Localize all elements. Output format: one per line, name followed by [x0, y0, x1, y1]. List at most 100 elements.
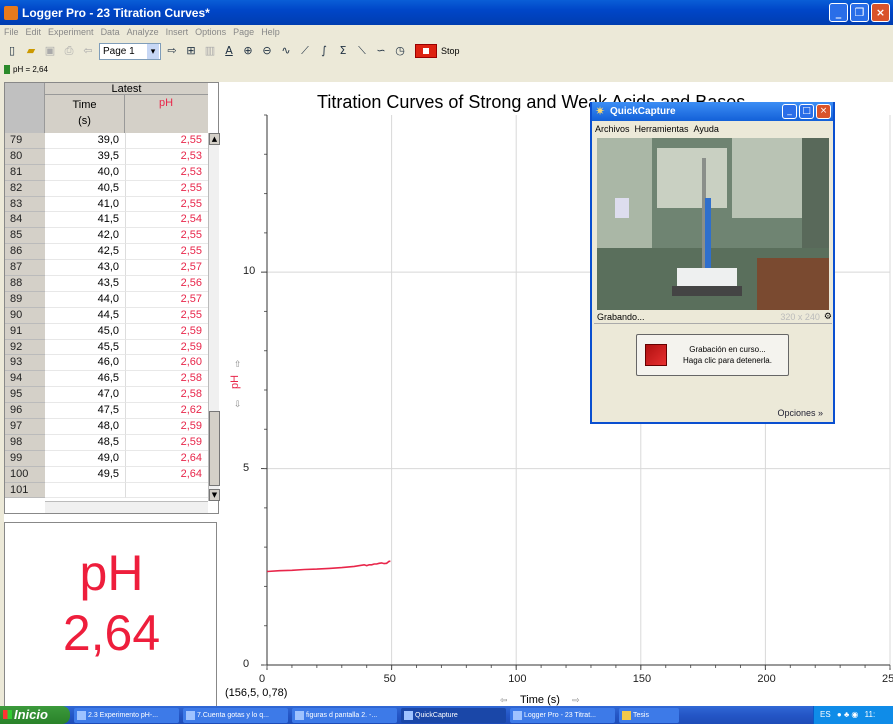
scroll-down-arrow[interactable]: ▼: [209, 489, 220, 501]
time-cell[interactable]: 39,0: [45, 133, 126, 149]
table-row[interactable]: 84 41,5 2,54: [5, 212, 208, 229]
taskbar-item-cuenta-gotas[interactable]: 7.Cuenta gotas y lo q...: [183, 707, 288, 723]
table-row[interactable]: 99 49,0 2,64: [5, 450, 208, 467]
time-cell[interactable]: 45,0: [45, 323, 126, 340]
ph-cell[interactable]: 2,56: [126, 276, 208, 292]
table-row[interactable]: 91 45,0 2,59: [5, 323, 208, 340]
page-select[interactable]: Page 1: [99, 42, 161, 60]
ph-cell[interactable]: 2,59: [126, 419, 208, 435]
table-row[interactable]: 101: [5, 482, 208, 499]
qc-settings-icon[interactable]: ⚙: [824, 312, 832, 322]
y-axis-up-arrow-icon[interactable]: ⇧: [234, 360, 242, 370]
examine-icon[interactable]: ∿: [278, 43, 294, 59]
qc-maximize-button[interactable]: □: [799, 104, 814, 119]
table-row[interactable]: 100 49,5 2,64: [5, 466, 208, 483]
table-row[interactable]: 94 46,5 2,58: [5, 371, 208, 388]
next-page-icon[interactable]: ⇨: [164, 43, 180, 59]
y-axis-label[interactable]: pH: [229, 375, 241, 389]
time-cell[interactable]: 42,5: [45, 244, 126, 261]
table-row[interactable]: 87 43,0 2,57: [5, 260, 208, 277]
time-cell[interactable]: 44,0: [45, 291, 126, 308]
zoom-in-icon[interactable]: ⊕: [240, 43, 256, 59]
time-cell[interactable]: 40,0: [45, 164, 126, 181]
ph-cell[interactable]: 2,64: [126, 451, 208, 467]
time-cell[interactable]: 49,0: [45, 450, 126, 467]
table-row[interactable]: 80 39,5 2,53: [5, 148, 208, 165]
time-cell[interactable]: 46,0: [45, 355, 126, 372]
time-cell[interactable]: 47,5: [45, 403, 126, 420]
time-cell[interactable]: 43,0: [45, 260, 126, 277]
qc-menu-herramientas[interactable]: Herramientas: [635, 124, 689, 134]
table-horizontal-scrollbar[interactable]: [45, 501, 208, 513]
qc-minimize-button[interactable]: _: [782, 104, 797, 119]
quickcapture-window[interactable]: ✷ QuickCapture _ □ × Archivos Herramient…: [590, 102, 835, 424]
taskbar-item-figuras[interactable]: figuras d pantalla 2. -...: [292, 707, 397, 723]
table-vertical-scrollbar[interactable]: ▲ ▼: [208, 133, 220, 501]
menu-edit[interactable]: Edit: [26, 27, 42, 37]
autoscale-icon[interactable]: A: [221, 43, 237, 59]
qc-menu-ayuda[interactable]: Ayuda: [694, 124, 719, 134]
qc-menu-archivos[interactable]: Archivos: [595, 124, 630, 134]
time-cell[interactable]: 41,5: [45, 212, 126, 229]
ph-cell[interactable]: 2,54: [126, 212, 208, 229]
new-file-icon[interactable]: ▯: [4, 43, 20, 59]
x-axis-left-arrow-icon[interactable]: ⇦: [500, 696, 508, 706]
print-icon[interactable]: ⎙: [61, 43, 77, 59]
time-cell[interactable]: 42,0: [45, 228, 126, 245]
column-header-time[interactable]: Time (s): [45, 95, 125, 133]
ph-cell[interactable]: 2,59: [126, 324, 208, 340]
time-cell[interactable]: 41,0: [45, 196, 126, 213]
menu-help[interactable]: Help: [261, 27, 280, 37]
table-icon[interactable]: ⊞: [183, 43, 199, 59]
ph-cell[interactable]: 2,58: [126, 371, 208, 388]
close-button[interactable]: ×: [871, 3, 890, 22]
window-titlebar[interactable]: Logger Pro - 23 Titration Curves* _ ❐ ×: [0, 0, 893, 25]
zoom-out-icon[interactable]: ⊖: [259, 43, 275, 59]
integral-icon[interactable]: ∫: [316, 43, 332, 59]
table-row[interactable]: 97 48,0 2,59: [5, 419, 208, 435]
language-indicator[interactable]: ES: [820, 710, 831, 719]
ph-cell[interactable]: 2,59: [126, 435, 208, 451]
ph-cell[interactable]: 2,59: [126, 340, 208, 356]
ph-cell[interactable]: 2,60: [126, 355, 208, 372]
menu-file[interactable]: File: [4, 27, 19, 37]
ph-cell[interactable]: 2,55: [126, 181, 208, 197]
curve-fit-icon[interactable]: ∽: [373, 43, 389, 59]
qc-options-button[interactable]: Opciones »: [777, 408, 823, 418]
table-row[interactable]: 88 43,5 2,56: [5, 276, 208, 292]
scroll-thumb[interactable]: [209, 411, 220, 486]
time-cell[interactable]: [45, 482, 126, 499]
time-cell[interactable]: 46,5: [45, 371, 126, 388]
ph-cell[interactable]: 2,58: [126, 387, 208, 404]
time-cell[interactable]: 48,0: [45, 419, 126, 435]
menu-page[interactable]: Page: [233, 27, 254, 37]
time-cell[interactable]: 40,5: [45, 180, 126, 197]
open-folder-icon[interactable]: ▰: [23, 43, 39, 59]
table-row[interactable]: 81 40,0 2,53: [5, 164, 208, 181]
ph-cell[interactable]: 2,62: [126, 403, 208, 420]
time-cell[interactable]: 43,5: [45, 276, 126, 292]
menu-analyze[interactable]: Analyze: [127, 27, 159, 37]
table-row[interactable]: 90 44,5 2,55: [5, 307, 208, 324]
table-row[interactable]: 92 45,5 2,59: [5, 339, 208, 356]
tray-icons[interactable]: ● ♣ ◉: [837, 710, 859, 719]
scroll-up-arrow[interactable]: ▲: [209, 133, 220, 145]
stats-icon[interactable]: Σ: [335, 43, 351, 59]
time-cell[interactable]: 44,5: [45, 307, 126, 324]
column-header-ph[interactable]: pH: [125, 97, 207, 109]
menu-insert[interactable]: Insert: [166, 27, 189, 37]
time-cell[interactable]: 39,5: [45, 148, 126, 165]
ph-cell[interactable]: [126, 483, 208, 499]
save-icon[interactable]: ▣: [42, 43, 58, 59]
sensor-icon[interactable]: ▥: [202, 43, 218, 59]
time-cell[interactable]: 47,0: [45, 387, 126, 404]
time-cell[interactable]: 48,5: [45, 434, 126, 451]
menu-experiment[interactable]: Experiment: [48, 27, 94, 37]
time-cell[interactable]: 49,5: [45, 466, 126, 483]
ph-cell[interactable]: 2,55: [126, 244, 208, 261]
ph-cell[interactable]: 2,57: [126, 260, 208, 277]
ph-cell[interactable]: 2,53: [126, 165, 208, 181]
menu-data[interactable]: Data: [101, 27, 120, 37]
taskbar-item-logger-pro[interactable]: Logger Pro - 23 Titrat...: [510, 707, 615, 723]
x-axis-right-arrow-icon[interactable]: ⇨: [572, 696, 580, 706]
